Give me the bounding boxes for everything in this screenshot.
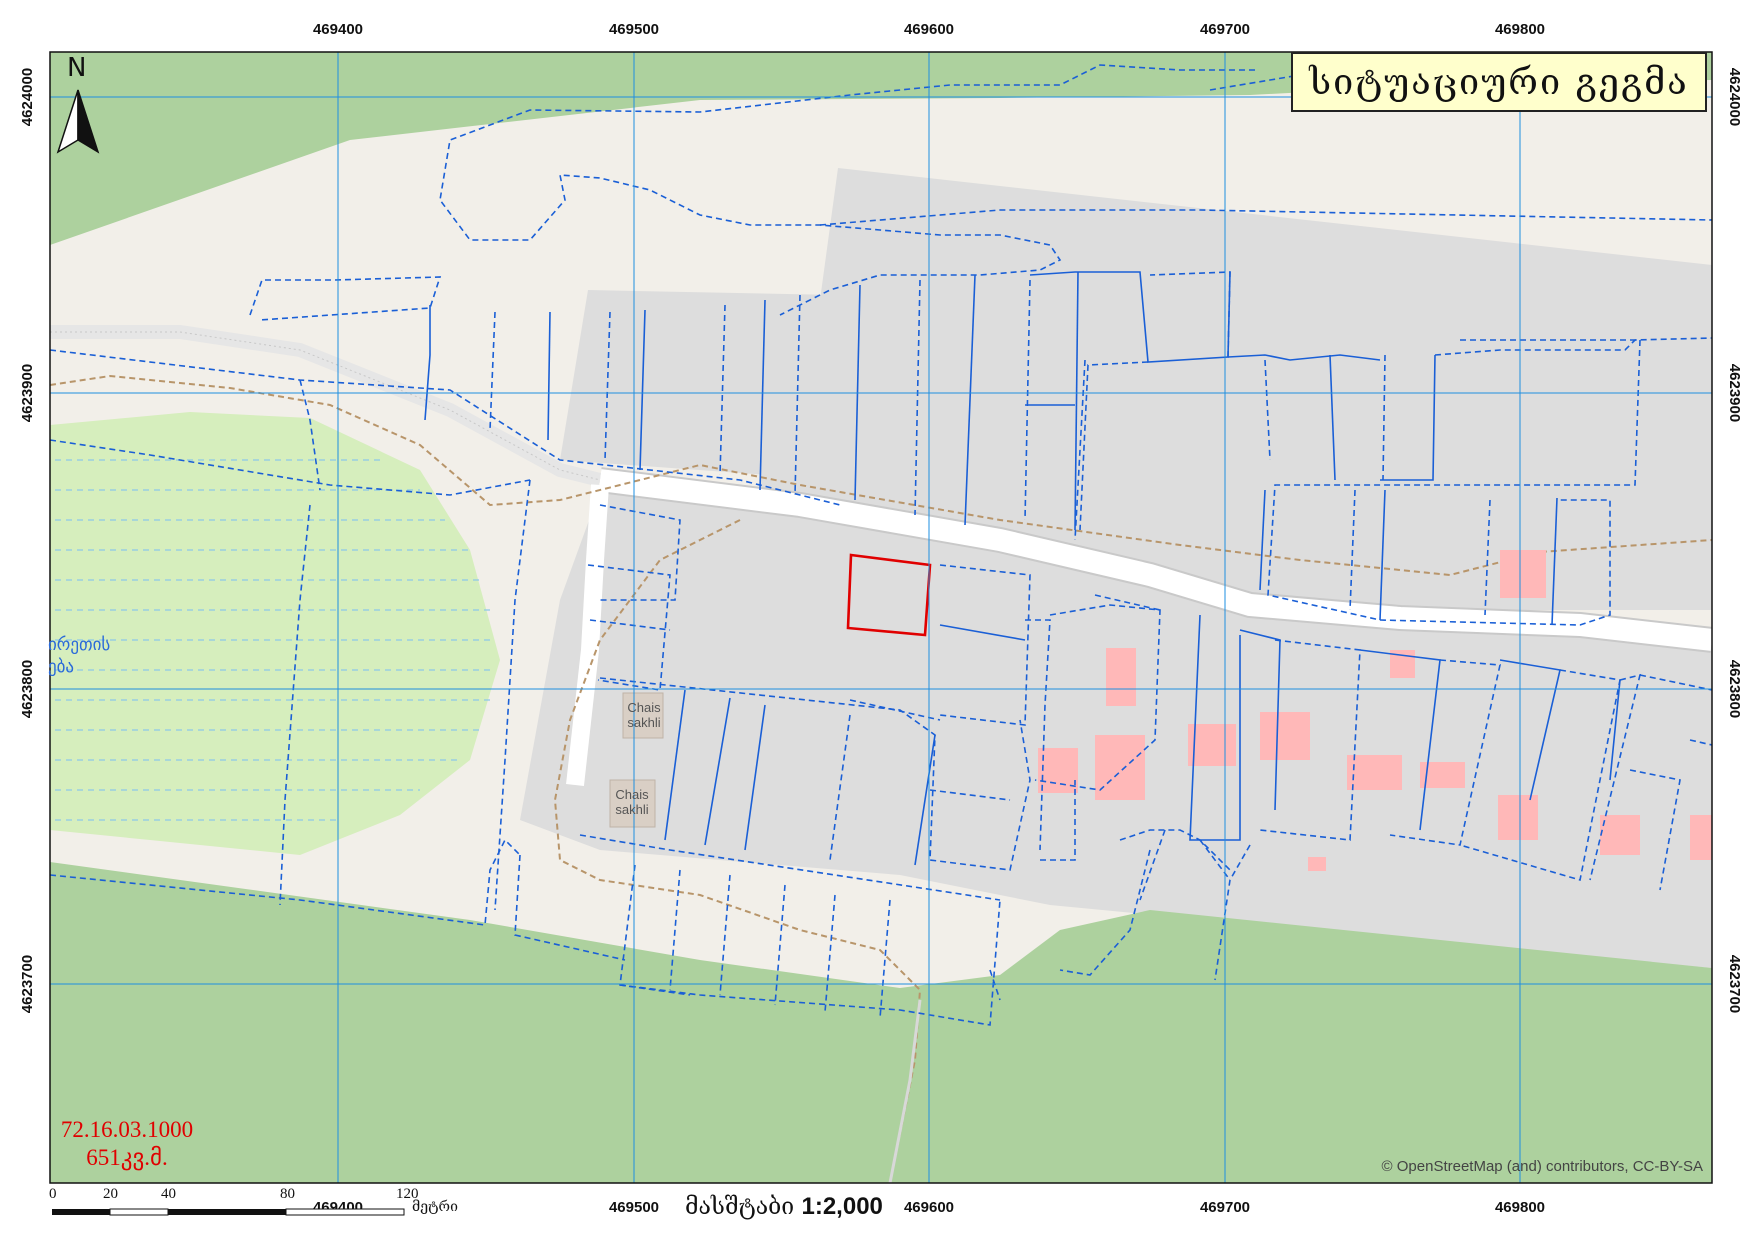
coord-labels-bottom: 469400 469500 469600 469700 469800 [313, 1199, 1545, 1216]
parcel-area: 651კვ.მ. [86, 1145, 168, 1170]
scale-bar [52, 1208, 405, 1216]
y-label-right: 4623800 [1726, 660, 1743, 718]
scale-tick: 80 [280, 1186, 295, 1202]
y-label-left: 4623700 [19, 955, 36, 1013]
scale-tick: 40 [161, 1186, 176, 1202]
x-label-top: 469500 [609, 21, 659, 38]
scale-ratio: 1:2,000 [801, 1193, 883, 1220]
north-label: N [67, 53, 87, 83]
y-label-left: 4623900 [19, 364, 36, 422]
attribution: © OpenStreetMap (and) contributors, CC-B… [1381, 1158, 1703, 1175]
cadastral-code: 72.16.03.1000 [60, 1117, 194, 1142]
x-label-bottom: 469500 [609, 1199, 659, 1216]
x-label-bottom: 469700 [1200, 1199, 1250, 1216]
scale-unit: მეტრი [412, 1199, 458, 1215]
situation-map[interactable]: 469400 469500 469600 469700 469800 46940… [0, 0, 1755, 1241]
scale-tick: 0 [49, 1186, 57, 1202]
lake-label-line1: ირეთის [48, 635, 111, 655]
x-label-top: 469600 [904, 21, 954, 38]
scale-label: მასშტაბი 1:2,000 [685, 1193, 883, 1221]
y-label-left: 4624000 [19, 68, 36, 126]
coord-labels-left: 4624000 4623900 4623800 4623700 [19, 68, 36, 1013]
y-label-right: 4623900 [1726, 364, 1743, 422]
x-label-top: 469400 [313, 21, 363, 38]
y-label-left: 4623800 [19, 660, 36, 718]
x-label-top: 469800 [1495, 21, 1545, 38]
x-label-bottom: 469600 [904, 1199, 954, 1216]
scale-tick: 20 [103, 1186, 118, 1202]
lake-label-line2: ება [48, 657, 75, 677]
poi-label: Chais sakhli [627, 700, 661, 730]
y-label-right: 4623700 [1726, 955, 1743, 1013]
scale-label-text: მასშტაბი [685, 1194, 795, 1220]
map-title: სიტუაციური გეგმა [1291, 52, 1707, 112]
lake-label: ირეთის ება [48, 634, 110, 678]
x-label-top: 469700 [1200, 21, 1250, 38]
built-area-center [560, 290, 838, 480]
coord-labels-right: 4624000 4623900 4623800 4623700 [1726, 68, 1743, 1013]
poi-label: Chais sakhli [615, 787, 649, 817]
parcel-info: 72.16.03.1000 651კვ.მ. [52, 1116, 202, 1172]
y-label-right: 4624000 [1726, 68, 1743, 126]
x-label-bottom: 469800 [1495, 1199, 1545, 1216]
coord-labels-top: 469400 469500 469600 469700 469800 [313, 21, 1545, 38]
